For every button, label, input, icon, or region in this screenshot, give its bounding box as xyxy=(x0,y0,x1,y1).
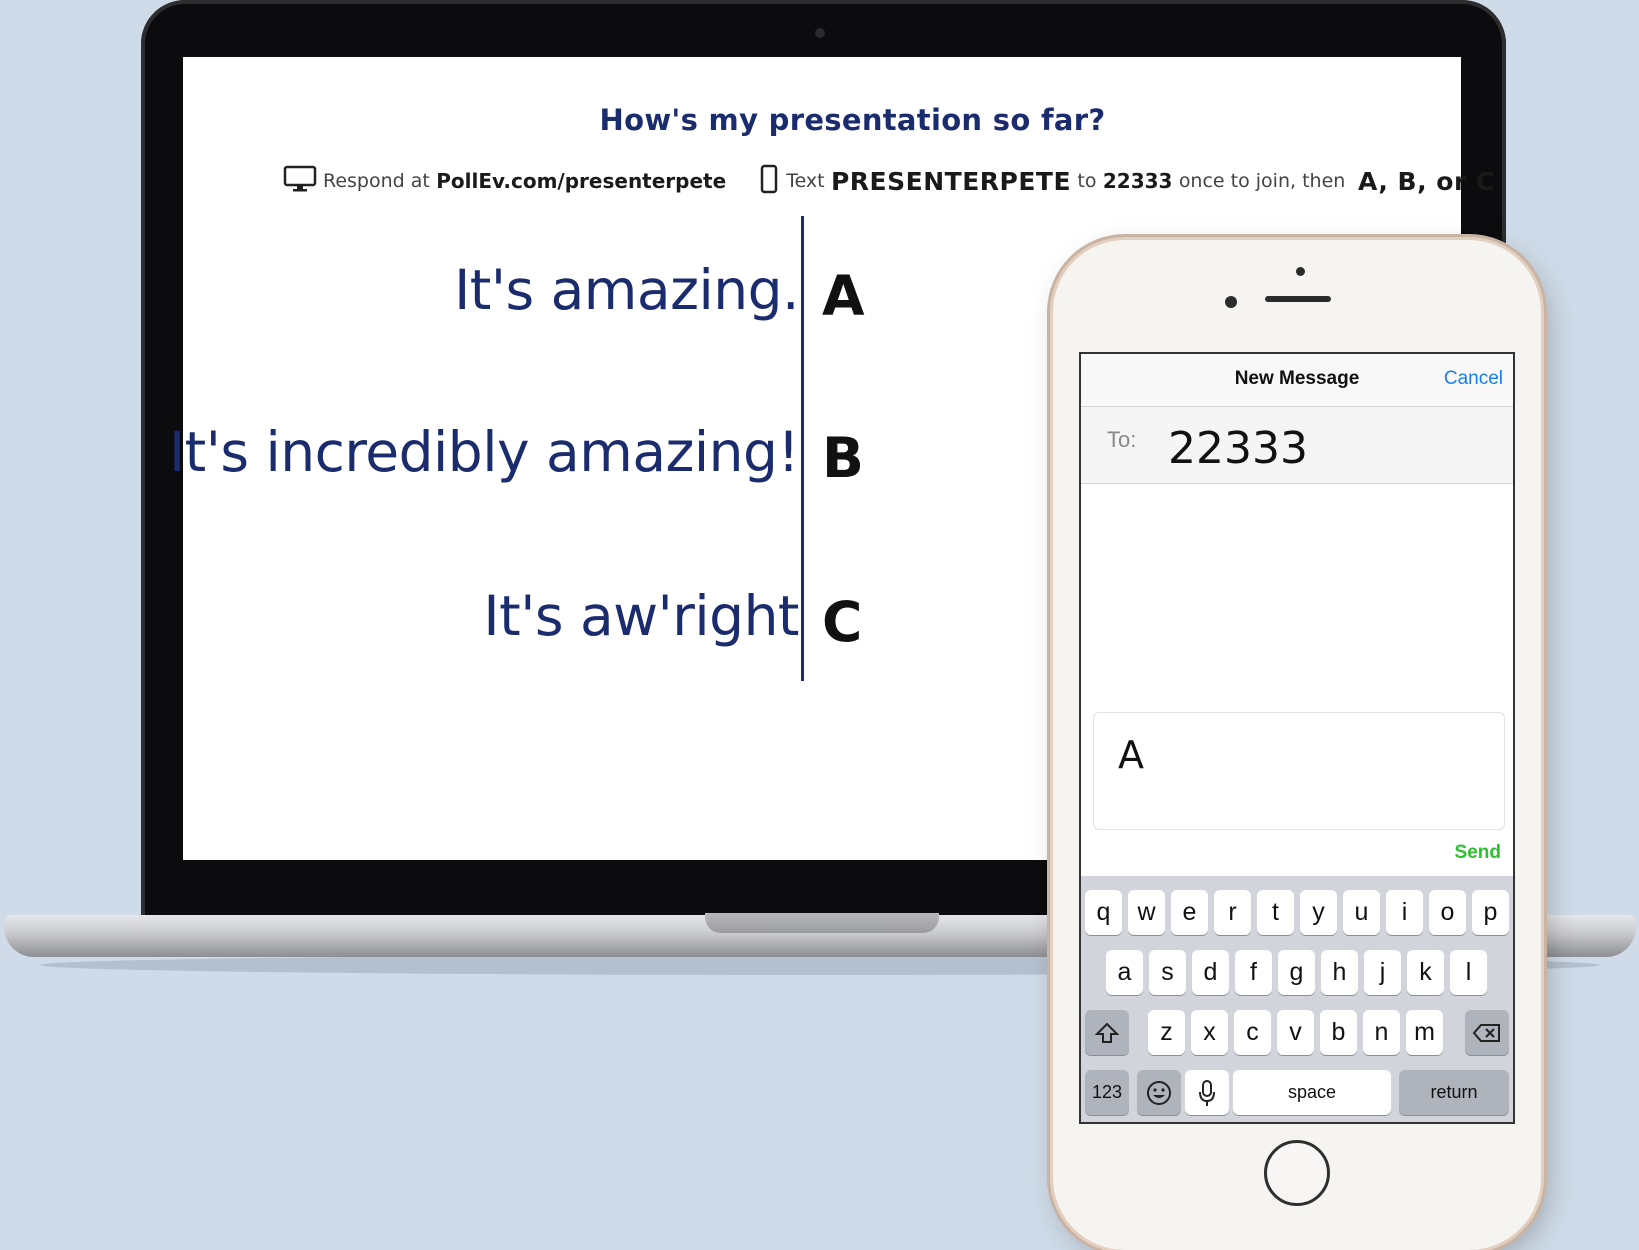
key-j[interactable]: j xyxy=(1364,950,1401,995)
key-g[interactable]: g xyxy=(1278,950,1315,995)
key-q[interactable]: q xyxy=(1085,890,1122,935)
phone-camera-icon xyxy=(1225,296,1237,308)
microphone-key[interactable] xyxy=(1185,1070,1229,1115)
key-o[interactable]: o xyxy=(1429,890,1466,935)
home-button[interactable] xyxy=(1264,1140,1330,1206)
message-text: A xyxy=(1118,733,1144,777)
option-b-letter: B xyxy=(822,426,864,490)
shift-icon xyxy=(1095,1022,1119,1043)
option-b-text: It's incredibly amazing! xyxy=(168,420,800,484)
key-w[interactable]: w xyxy=(1128,890,1165,935)
microphone-icon xyxy=(1199,1079,1215,1106)
option-a-text: It's amazing. xyxy=(454,258,799,322)
key-e[interactable]: e xyxy=(1171,890,1208,935)
laptop-notch xyxy=(705,913,939,933)
recipient-value[interactable]: 22333 xyxy=(1168,423,1308,474)
options-divider xyxy=(801,216,804,681)
key-u[interactable]: u xyxy=(1343,890,1380,935)
backspace-icon xyxy=(1472,1023,1500,1042)
nav-bar: New Message Cancel xyxy=(1081,354,1513,407)
key-z[interactable]: z xyxy=(1148,1010,1185,1055)
delete-key[interactable] xyxy=(1465,1010,1509,1055)
return-key[interactable]: return xyxy=(1399,1070,1509,1115)
phone-sensor xyxy=(1296,267,1305,276)
choices-hint: A, B, or C xyxy=(1358,166,1495,196)
shift-key[interactable] xyxy=(1085,1010,1129,1055)
cancel-button[interactable]: Cancel xyxy=(1444,368,1503,390)
key-d[interactable]: d xyxy=(1192,950,1229,995)
emoji-key[interactable] xyxy=(1137,1070,1181,1115)
emoji-icon xyxy=(1147,1080,1171,1105)
key-i[interactable]: i xyxy=(1386,890,1423,935)
key-l[interactable]: l xyxy=(1450,950,1487,995)
key-r[interactable]: r xyxy=(1214,890,1251,935)
option-c-text: It's aw'right xyxy=(483,584,799,648)
key-s[interactable]: s xyxy=(1149,950,1186,995)
key-m[interactable]: m xyxy=(1406,1010,1443,1055)
send-button[interactable]: Send xyxy=(1455,842,1501,864)
slide-title: How's my presentation so far? xyxy=(599,103,1106,137)
key-k[interactable]: k xyxy=(1407,950,1444,995)
key-v[interactable]: v xyxy=(1277,1010,1314,1055)
poll-number: 22333 xyxy=(1102,169,1173,193)
key-h[interactable]: h xyxy=(1321,950,1358,995)
respond-label: Respond at xyxy=(323,170,430,192)
key-b[interactable]: b xyxy=(1320,1010,1357,1055)
response-instructions: Respond at PollEv.com/presenterpete Text… xyxy=(283,164,1495,198)
option-a-letter: A xyxy=(822,264,865,328)
space-key[interactable]: space xyxy=(1233,1070,1391,1115)
messages-screen: New Message Cancel To: 22333 A Send 123 … xyxy=(1079,352,1515,1124)
phone-icon xyxy=(760,164,778,199)
key-n[interactable]: n xyxy=(1363,1010,1400,1055)
key-y[interactable]: y xyxy=(1300,890,1337,935)
laptop-camera-icon xyxy=(815,28,825,38)
phone-speaker xyxy=(1265,296,1331,302)
join-text: once to join, then xyxy=(1178,170,1346,192)
text-label: Text xyxy=(786,170,825,192)
poll-keyword: PRESENTERPETE xyxy=(830,166,1072,196)
key-t[interactable]: t xyxy=(1257,890,1294,935)
key-c[interactable]: c xyxy=(1234,1010,1271,1055)
keyboard: 123 space return qwertyuiop asdfghjkl zxcv… xyxy=(1081,876,1513,1122)
monitor-icon xyxy=(283,165,317,198)
numbers-key[interactable]: 123 xyxy=(1085,1070,1129,1115)
option-c-letter: C xyxy=(822,590,863,654)
recipient-field[interactable]: To: 22333 xyxy=(1081,407,1513,484)
respond-url[interactable]: PollEv.com/presenterpete xyxy=(436,169,726,193)
key-x[interactable]: x xyxy=(1191,1010,1228,1055)
message-input[interactable]: A xyxy=(1093,712,1505,830)
key-f[interactable]: f xyxy=(1235,950,1272,995)
to-label: To: xyxy=(1107,427,1137,452)
key-p[interactable]: p xyxy=(1472,890,1509,935)
to-label: to xyxy=(1077,170,1097,192)
key-a[interactable]: a xyxy=(1106,950,1143,995)
